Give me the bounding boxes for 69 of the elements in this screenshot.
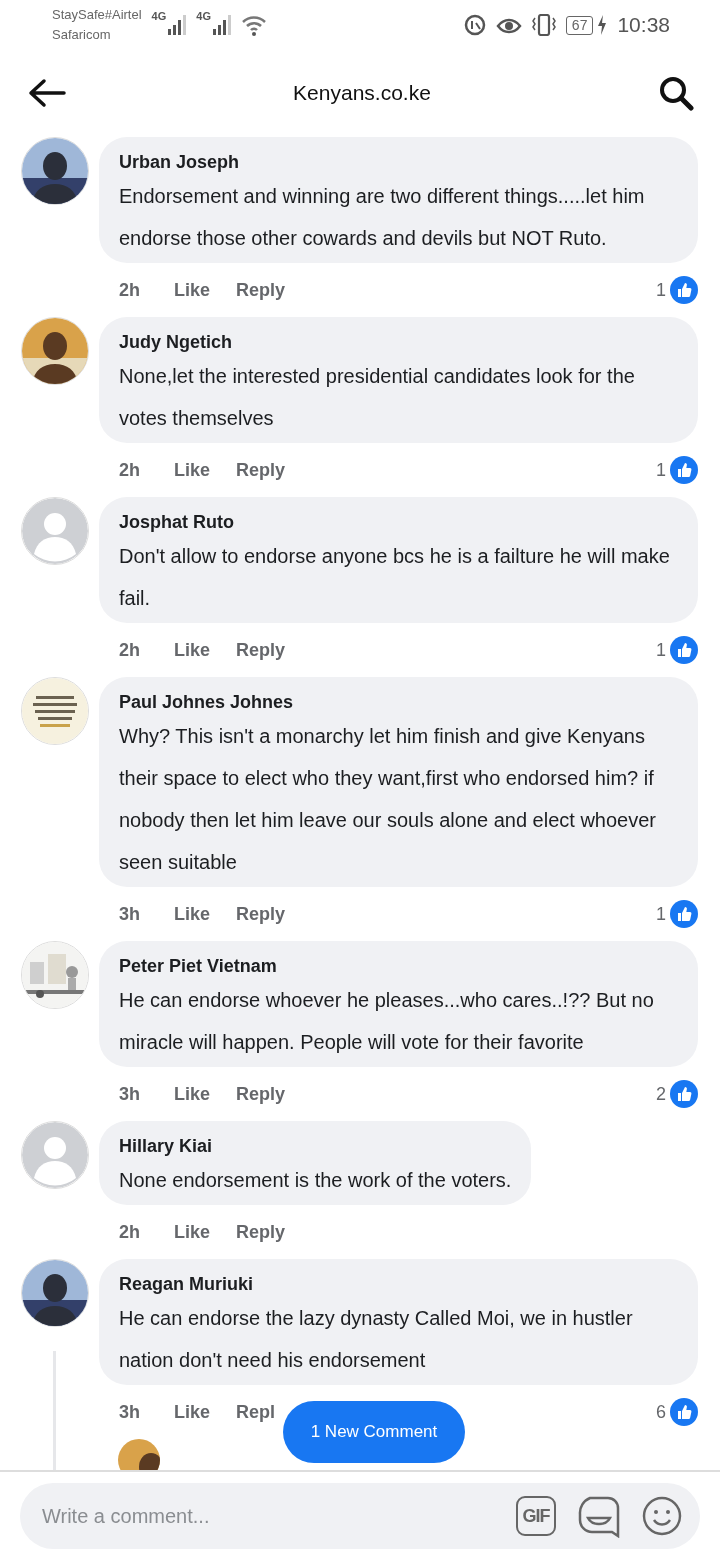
network-label: 4G — [151, 10, 167, 22]
reply-link[interactable]: Reply — [236, 459, 286, 481]
like-count: 6 — [656, 1401, 666, 1423]
author-name[interactable]: Urban Joseph — [119, 149, 678, 175]
author-name[interactable]: Paul Johnes Johnes — [119, 689, 678, 715]
like-count: 1 — [656, 459, 666, 481]
comment-text: None endorsement is the work of the voters. — [119, 1168, 512, 1193]
like-link[interactable]: Like — [174, 639, 211, 661]
comment-time: 3h — [119, 1083, 141, 1105]
comment-input[interactable]: Write a comment... GIF — [20, 1483, 700, 1549]
wifi-icon — [241, 14, 267, 36]
sticker-icon[interactable] — [578, 1494, 620, 1538]
like-count: 1 — [656, 279, 666, 301]
like-link[interactable]: Like — [174, 279, 211, 301]
author-name[interactable]: Josphat Ruto — [119, 509, 678, 535]
comment-time: 2h — [119, 279, 141, 301]
reply-link[interactable]: Reply — [236, 903, 286, 925]
default-avatar-icon — [22, 498, 88, 564]
thumbs-up-icon — [670, 1080, 698, 1108]
charging-icon — [597, 15, 608, 35]
data-saver-icon — [463, 14, 486, 36]
vibrate-icon — [531, 14, 556, 36]
page-title: Kenyans.co.ke — [293, 80, 431, 105]
thumbs-up-icon — [670, 1398, 698, 1426]
comment-text: None,let the interested presidential candidates look for the votes themselves — [119, 364, 636, 431]
comment-text: Endorsement and winning are two different things.....let him endorse those other cowards and devils but NOT Ruto. — [119, 184, 646, 251]
comment-time: 2h — [119, 639, 141, 661]
comment-text: Don't allow to endorse anyone bcs he is a failture he will make fail. — [119, 544, 671, 611]
comment-time: 2h — [119, 1221, 141, 1243]
author-name[interactable]: Reagan Muriuki — [119, 1271, 678, 1297]
thumbs-up-icon — [670, 900, 698, 928]
thumbs-up-icon — [670, 636, 698, 664]
default-avatar-icon — [22, 1122, 88, 1188]
reply-link[interactable]: Reply — [236, 1221, 286, 1243]
thumbs-up-icon — [670, 456, 698, 484]
author-name[interactable]: Hillary Kiai — [119, 1133, 512, 1159]
like-link[interactable]: Like — [174, 1221, 211, 1243]
like-link[interactable]: Like — [174, 459, 211, 481]
clock-time: 10:38 — [617, 13, 670, 37]
signal-icon — [168, 15, 187, 35]
like-count: 1 — [656, 639, 666, 661]
battery-level: 67 — [565, 15, 594, 35]
author-name[interactable]: Judy Ngetich — [119, 329, 678, 355]
like-count: 2 — [656, 1083, 666, 1105]
thumbs-up-icon — [670, 276, 698, 304]
search-icon[interactable] — [658, 74, 694, 111]
author-name[interactable]: Peter Piet Vietnam — [119, 953, 678, 979]
like-link[interactable]: Like — [174, 1083, 211, 1105]
like-link[interactable]: Like — [174, 1401, 211, 1423]
comment-text: He can endorse the lazy dynasty Called Moi, we in hustler nation don't need his endorsement — [119, 1306, 634, 1373]
carrier-name: StaySafe#Airtel — [52, 6, 142, 24]
new-comment-button[interactable]: 1 New Comment — [283, 1401, 465, 1463]
reply-link[interactable]: Reply — [236, 279, 286, 301]
like-count: 1 — [656, 903, 666, 925]
emoji-icon[interactable] — [642, 1496, 682, 1536]
comment-text: He can endorse whoever he pleases...who cares..!?? But no miracle will happen. People will vote for their favorite — [119, 988, 655, 1055]
signal-icon — [213, 15, 231, 35]
reply-link[interactable]: Reply — [236, 639, 286, 661]
reply-link[interactable]: Repl — [236, 1401, 276, 1423]
comment-time: 3h — [119, 1401, 141, 1423]
like-link[interactable]: Like — [174, 903, 211, 925]
gif-button[interactable]: GIF — [516, 1496, 556, 1536]
carrier-name: Safaricom — [52, 26, 112, 44]
back-arrow-icon[interactable] — [28, 77, 66, 108]
network-label: 4G — [196, 10, 211, 22]
reply-link[interactable]: Reply — [236, 1083, 286, 1105]
comment-time: 3h — [119, 903, 141, 925]
comment-time: 2h — [119, 459, 141, 481]
comment-text: Why? This isn't a monarchy let him finish and give Kenyans their space to elect who they want,first who endorsed him? if nobody then let him leave our souls alone and elect whoever seen suitable — [119, 724, 657, 875]
